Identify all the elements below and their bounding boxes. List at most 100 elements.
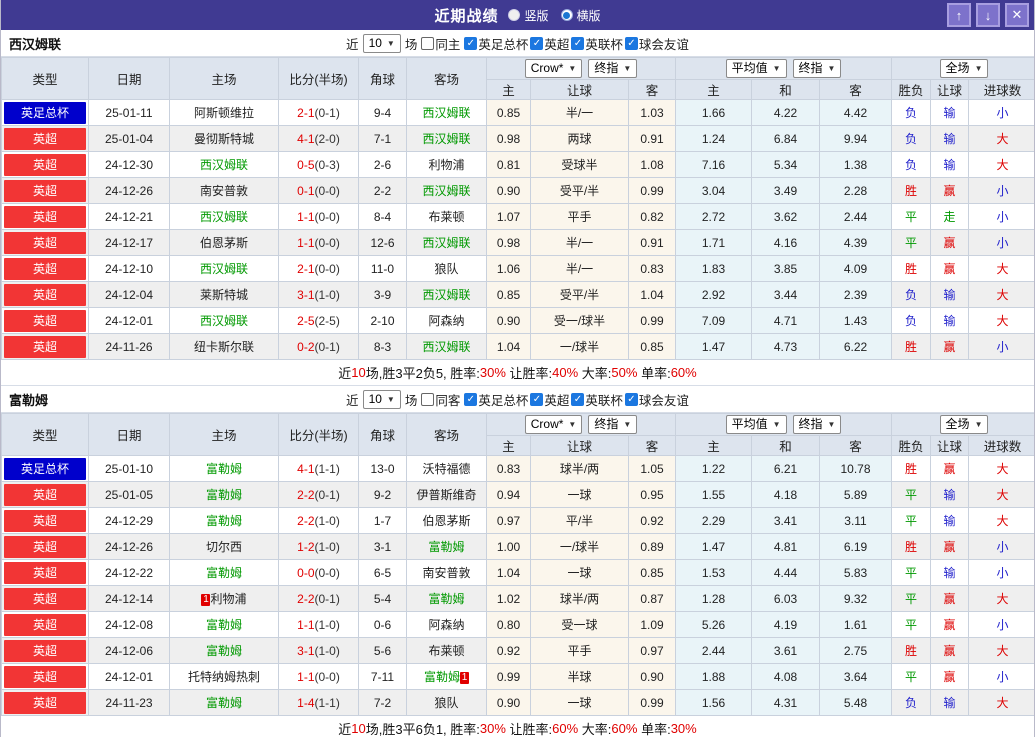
near-label: 近	[346, 34, 359, 53]
result-cell: 平	[892, 560, 931, 586]
league-checkbox[interactable]: ✓英超	[530, 390, 569, 409]
red-card-badge: 1	[460, 672, 469, 684]
away-team-cell: 布莱顿	[407, 638, 487, 664]
handicap-cell: 半/一	[531, 230, 629, 256]
avg-away-cell: 1.61	[820, 612, 892, 638]
league-badge: 英超	[4, 692, 86, 714]
move-up-button[interactable]: ↑	[947, 3, 971, 27]
match-count-select[interactable]: 10▼	[363, 390, 401, 409]
checkbox-checked-icon[interactable]: ✓	[571, 393, 584, 406]
handicap-result-cell: 输	[931, 126, 969, 152]
league-checkbox[interactable]: ✓英足总杯	[464, 390, 528, 409]
odds-away-cell: 1.05	[629, 456, 676, 482]
handicap-result-cell: 输	[931, 508, 969, 534]
subcol-avg-away: 客	[820, 436, 892, 456]
table-row: 英超 25-01-05 富勒姆 2-2(0-1) 9-2 伊普斯维奇 0.94 …	[2, 482, 1035, 508]
away-team-cell: 西汉姆联	[407, 178, 487, 204]
odds-home-cell: 0.90	[487, 178, 531, 204]
result-cell: 胜	[892, 178, 931, 204]
league-badge: 英超	[4, 562, 86, 584]
avg-away-cell: 2.44	[820, 204, 892, 230]
corner-cell: 7-2	[359, 690, 407, 716]
checkbox-unchecked-icon[interactable]	[421, 393, 434, 406]
avg-stage-select[interactable]: 终指▼	[793, 415, 842, 434]
panel-title: 近期战绩	[434, 5, 498, 26]
away-team-cell: 西汉姆联	[407, 230, 487, 256]
average-select[interactable]: 平均值▼	[726, 59, 787, 78]
table-row: 英超 24-12-01 西汉姆联 2-5(2-5) 2-10 阿森纳 0.90 …	[2, 308, 1035, 334]
radio-selected-icon[interactable]	[561, 9, 573, 21]
bookmaker-select[interactable]: Crow*▼	[525, 59, 583, 78]
score-cell: 0-0(0-0)	[279, 560, 359, 586]
avg-away-cell: 5.89	[820, 482, 892, 508]
checkbox-checked-icon[interactable]: ✓	[625, 37, 638, 50]
subcol-avg-away: 客	[820, 80, 892, 100]
home-team-cell: 富勒姆	[170, 638, 279, 664]
bookmaker-select[interactable]: Crow*▼	[525, 415, 583, 434]
same-venue-checkbox[interactable]: 同客	[421, 390, 460, 409]
goals-result-cell: 大	[969, 456, 1035, 482]
goals-result-cell: 大	[969, 508, 1035, 534]
subcol-odds-away: 客	[629, 436, 676, 456]
home-team-cell: 曼彻斯特城	[170, 126, 279, 152]
table-row: 英超 24-12-10 西汉姆联 2-1(0-0) 11-0 狼队 1.06 半…	[2, 256, 1035, 282]
league-badge: 英超	[4, 258, 86, 280]
section-filter-row: 富勒姆 近 10▼ 场 同客 ✓英足总杯✓英超✓英联杯✓球会友谊	[1, 386, 1034, 413]
league-checkbox[interactable]: ✓英足总杯	[464, 34, 528, 53]
handicap-result-cell: 输	[931, 100, 969, 126]
arrow-up-icon: ↑	[956, 8, 963, 23]
odds-stage-select[interactable]: 终指▼	[588, 415, 637, 434]
team-name: 富勒姆	[9, 390, 48, 409]
match-count-select[interactable]: 10▼	[363, 34, 401, 53]
odds-stage-select[interactable]: 终指▼	[588, 59, 637, 78]
same-venue-checkbox[interactable]: 同主	[421, 34, 460, 53]
avg-draw-cell: 3.44	[752, 282, 820, 308]
avg-home-cell: 1.55	[676, 482, 752, 508]
goals-result-cell: 大	[969, 308, 1035, 334]
col-corner: 角球	[359, 58, 407, 100]
checkbox-checked-icon[interactable]: ✓	[464, 393, 477, 406]
radio-vertical-layout[interactable]: 竖版	[508, 7, 548, 24]
odds-away-cell: 0.85	[629, 560, 676, 586]
league-checkbox[interactable]: ✓球会友谊	[625, 34, 689, 53]
average-select[interactable]: 平均值▼	[726, 415, 787, 434]
corner-cell: 9-2	[359, 482, 407, 508]
avg-stage-select[interactable]: 终指▼	[793, 59, 842, 78]
result-cell: 平	[892, 482, 931, 508]
avg-away-cell: 6.22	[820, 334, 892, 360]
checkbox-unchecked-icon[interactable]	[421, 37, 434, 50]
result-cell: 平	[892, 508, 931, 534]
checkbox-checked-icon[interactable]: ✓	[571, 37, 584, 50]
close-button[interactable]: ✕	[1005, 3, 1029, 27]
checkbox-checked-icon[interactable]: ✓	[464, 37, 477, 50]
chevron-down-icon: ▼	[387, 36, 395, 51]
league-checkbox[interactable]: ✓球会友谊	[625, 390, 689, 409]
checkbox-checked-icon[interactable]: ✓	[625, 393, 638, 406]
fulltime-select[interactable]: 全场▼	[940, 415, 989, 434]
odds-away-cell: 1.04	[629, 282, 676, 308]
odds-home-cell: 0.85	[487, 100, 531, 126]
table-row: 英超 24-12-06 富勒姆 3-1(1-0) 5-6 布莱顿 0.92 平手…	[2, 638, 1035, 664]
away-team-cell: 西汉姆联	[407, 126, 487, 152]
goals-result-cell: 小	[969, 534, 1035, 560]
league-cell: 英超	[2, 204, 89, 230]
move-down-button[interactable]: ↓	[976, 3, 1000, 27]
fulltime-select[interactable]: 全场▼	[940, 59, 989, 78]
handicap-result-cell: 赢	[931, 256, 969, 282]
league-checkbox[interactable]: ✓英联杯	[571, 34, 623, 53]
checkbox-checked-icon[interactable]: ✓	[530, 37, 543, 50]
radio-unselected-icon[interactable]	[508, 9, 520, 21]
league-checkbox[interactable]: ✓英超	[530, 34, 569, 53]
handicap-cell: 两球	[531, 126, 629, 152]
goals-result-cell: 小	[969, 178, 1035, 204]
goals-result-cell: 小	[969, 230, 1035, 256]
league-checkbox[interactable]: ✓英联杯	[571, 390, 623, 409]
table-row: 英超 24-12-08 富勒姆 1-1(1-0) 0-6 阿森纳 0.80 受一…	[2, 612, 1035, 638]
avg-home-cell: 1.22	[676, 456, 752, 482]
score-cell: 0-5(0-3)	[279, 152, 359, 178]
radio-horizontal-layout[interactable]: 横版	[561, 7, 601, 24]
handicap-cell: 半球	[531, 664, 629, 690]
league-badge: 英超	[4, 310, 86, 332]
checkbox-checked-icon[interactable]: ✓	[530, 393, 543, 406]
avg-away-cell: 9.32	[820, 586, 892, 612]
